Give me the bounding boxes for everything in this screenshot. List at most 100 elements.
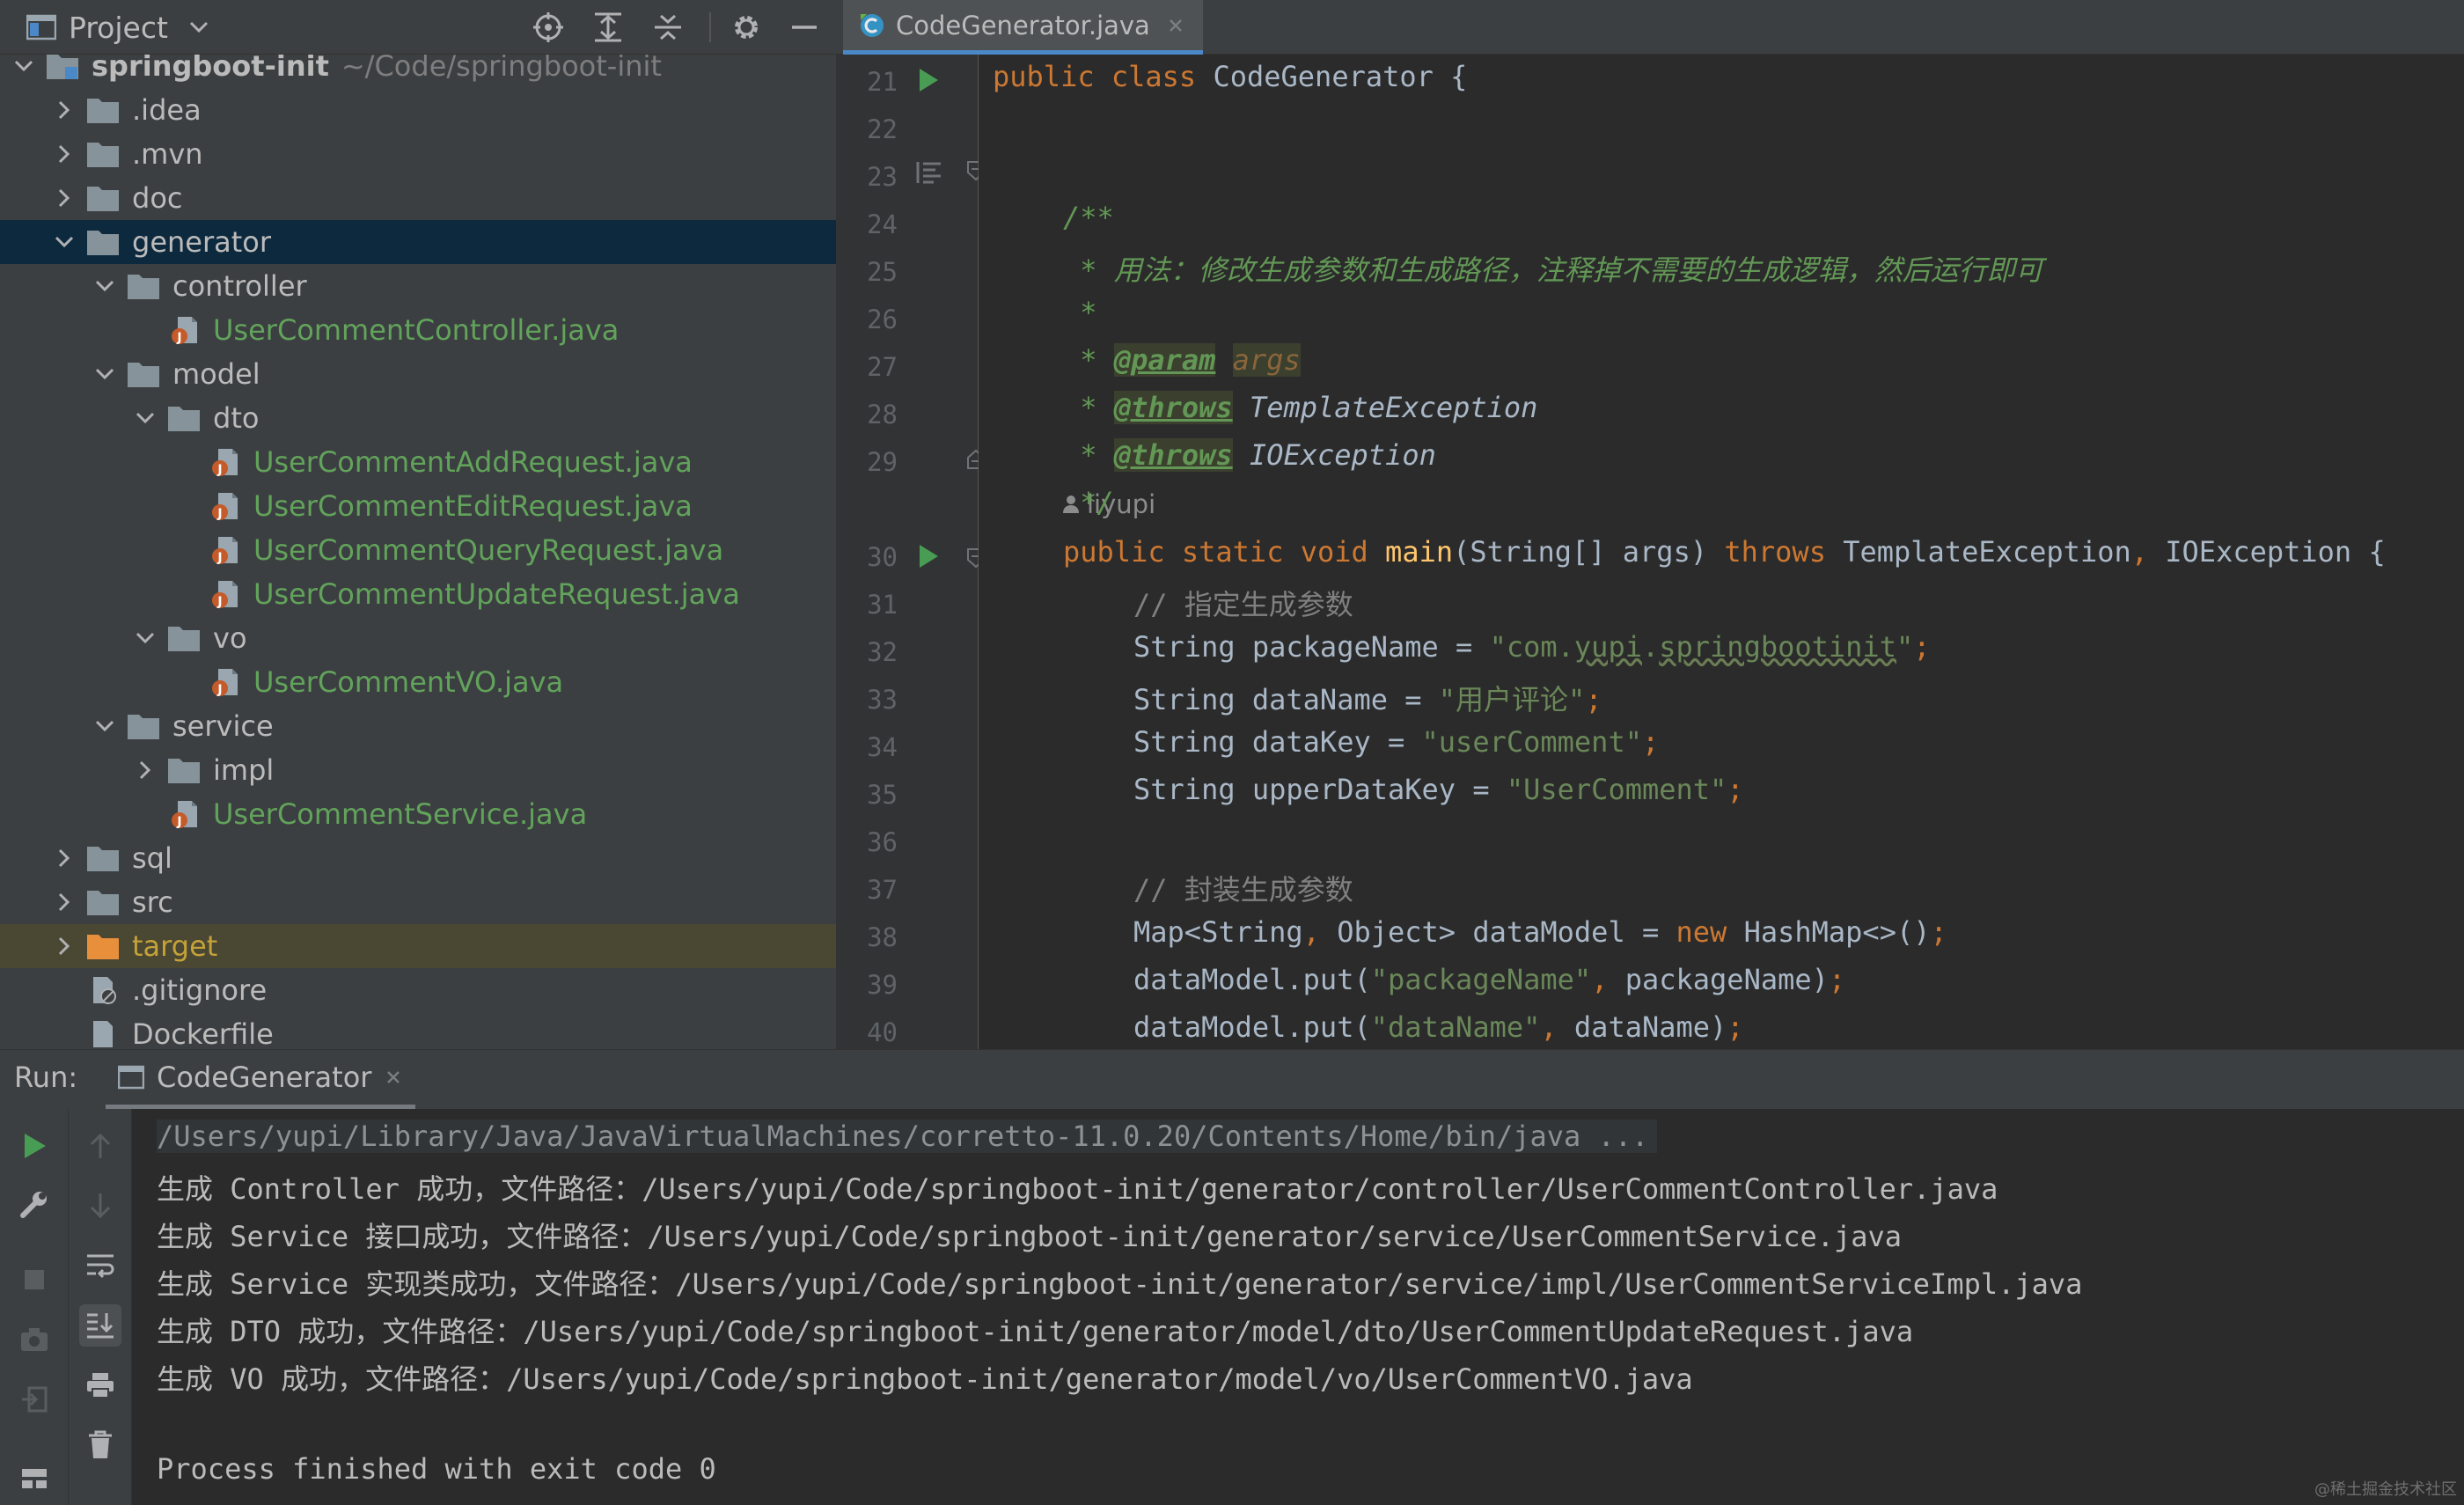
- tree-item-label: UserCommentController.java: [213, 313, 620, 347]
- run-toolbar-secondary: [69, 1109, 132, 1505]
- toolbar-divider: [709, 12, 711, 42]
- run-main-gutter-button[interactable]: [917, 543, 940, 569]
- tree-item[interactable]: J UserCommentQueryRequest.java: [0, 528, 836, 572]
- tree-item[interactable]: J UserCommentAddRequest.java: [0, 440, 836, 484]
- scroll-up-button[interactable]: [79, 1125, 121, 1167]
- expand-all-icon: [595, 12, 621, 42]
- tree-item[interactable]: J UserCommentService.java: [0, 792, 836, 836]
- scroll-to-end-icon: [87, 1313, 114, 1339]
- printer-icon: [87, 1373, 114, 1399]
- line-number: 36: [867, 827, 898, 857]
- chevron-down-icon: [136, 412, 155, 424]
- code-editor[interactable]: liyupi public class CodeGenerator { /** …: [979, 55, 2464, 1049]
- tree-item-icon: J: [208, 535, 241, 565]
- tree-expander[interactable]: [51, 229, 77, 255]
- folder-icon: [87, 891, 119, 915]
- tree-item[interactable]: springboot-init ~/Code/springboot-init: [0, 55, 836, 88]
- tree-item[interactable]: target: [0, 924, 836, 968]
- soft-wrap-button[interactable]: [79, 1244, 121, 1287]
- editor-tab[interactable]: CodeGenerator.java: [843, 0, 1203, 55]
- svg-text:J: J: [216, 463, 222, 477]
- tree-item[interactable]: Dockerfile: [0, 1012, 836, 1049]
- layout-button[interactable]: [13, 1457, 55, 1500]
- tree-item[interactable]: src: [0, 880, 836, 924]
- run-class-gutter-button[interactable]: [917, 67, 940, 93]
- soft-wrap-icon: [87, 1254, 114, 1279]
- chevron-down-icon[interactable]: [187, 18, 210, 36]
- collapse-all-button[interactable]: [651, 11, 685, 44]
- tree-item-icon: [167, 623, 201, 653]
- thread-dump-button[interactable]: [13, 1318, 55, 1361]
- tree-item[interactable]: .idea: [0, 88, 836, 132]
- console-output-line: 生成 Controller 成功，文件路径：/Users/yupi/Code/s…: [157, 1172, 1998, 1206]
- rerun-button[interactable]: [13, 1125, 55, 1167]
- print-button[interactable]: [79, 1364, 121, 1406]
- expand-all-button[interactable]: [591, 11, 625, 44]
- console-command-line[interactable]: /Users/yupi/Library/Java/JavaVirtualMach…: [157, 1120, 1658, 1153]
- scroll-down-button[interactable]: [79, 1185, 121, 1227]
- tree-item[interactable]: J UserCommentEditRequest.java: [0, 484, 836, 528]
- line-number: 22: [867, 114, 898, 144]
- tree-expander[interactable]: [51, 933, 77, 959]
- tree-item[interactable]: J UserCommentController.java: [0, 308, 836, 352]
- line-number: 30: [867, 542, 898, 572]
- tree-item[interactable]: J UserCommentVO.java: [0, 660, 836, 704]
- tree-item-icon: [86, 95, 120, 125]
- chevron-right-icon: [58, 188, 70, 208]
- settings-button[interactable]: [730, 11, 763, 44]
- run-console[interactable]: /Users/yupi/Library/Java/JavaVirtualMach…: [132, 1109, 2464, 1505]
- line-number: 40: [867, 1017, 898, 1047]
- run-tab[interactable]: CodeGenerator: [106, 1050, 416, 1110]
- tree-item[interactable]: .gitignore: [0, 968, 836, 1012]
- tree-expander[interactable]: [11, 55, 37, 79]
- tree-item[interactable]: vo: [0, 616, 836, 660]
- chevron-right-icon: [58, 936, 70, 956]
- line-number: 28: [867, 400, 898, 429]
- code-line-21: public class CodeGenerator {: [993, 60, 1468, 93]
- tree-item[interactable]: generator: [0, 220, 836, 264]
- tree-expander[interactable]: [51, 141, 77, 167]
- tree-item[interactable]: controller: [0, 264, 836, 308]
- tree-expander[interactable]: [92, 361, 118, 387]
- tree-item-label: UserCommentQueryRequest.java: [253, 533, 724, 567]
- edit-configuration-button[interactable]: [13, 1183, 55, 1225]
- code-line-30: public static void main(String[] args) t…: [1063, 535, 2386, 569]
- stop-button[interactable]: [13, 1259, 55, 1301]
- tree-expander[interactable]: [132, 625, 158, 651]
- tree-item-label: impl: [213, 753, 275, 787]
- tree-item[interactable]: doc: [0, 176, 836, 220]
- tree-expander[interactable]: [51, 185, 77, 211]
- scroll-to-end-button[interactable]: [79, 1304, 121, 1347]
- locate-button[interactable]: [532, 11, 565, 44]
- restore-layout-button[interactable]: [13, 1378, 55, 1421]
- tree-expander[interactable]: [92, 713, 118, 739]
- line-number: 26: [867, 305, 898, 334]
- tree-item-label: controller: [172, 269, 307, 303]
- tree-item[interactable]: service: [0, 704, 836, 748]
- tree-expander[interactable]: [51, 845, 77, 871]
- tree-item[interactable]: model: [0, 352, 836, 396]
- clear-all-button[interactable]: [79, 1424, 121, 1466]
- toggle-rendered-doc-button[interactable]: [915, 160, 943, 185]
- svg-text:J: J: [216, 595, 222, 609]
- tree-expander[interactable]: [51, 97, 77, 123]
- tree-item-label: dto: [213, 401, 260, 435]
- project-view-selector[interactable]: Project: [26, 0, 210, 55]
- close-icon[interactable]: [384, 1068, 403, 1087]
- chevron-down-icon: [55, 236, 74, 248]
- console-output-line: 生成 DTO 成功，文件路径：/Users/yupi/Code/springbo…: [157, 1315, 1914, 1348]
- tree-item[interactable]: J UserCommentUpdateRequest.java: [0, 572, 836, 616]
- tree-item-icon: [127, 711, 160, 741]
- close-icon[interactable]: [1166, 16, 1185, 35]
- tree-expander[interactable]: [132, 405, 158, 431]
- tree-item[interactable]: .mvn: [0, 132, 836, 176]
- tree-item[interactable]: impl: [0, 748, 836, 792]
- project-view-icon: [26, 14, 56, 40]
- tree-expander[interactable]: [132, 757, 158, 783]
- tree-expander[interactable]: [92, 273, 118, 299]
- tree-item[interactable]: dto: [0, 396, 836, 440]
- tree-item[interactable]: sql: [0, 836, 836, 880]
- hide-panel-button[interactable]: [788, 11, 821, 44]
- tree-expander[interactable]: [51, 889, 77, 915]
